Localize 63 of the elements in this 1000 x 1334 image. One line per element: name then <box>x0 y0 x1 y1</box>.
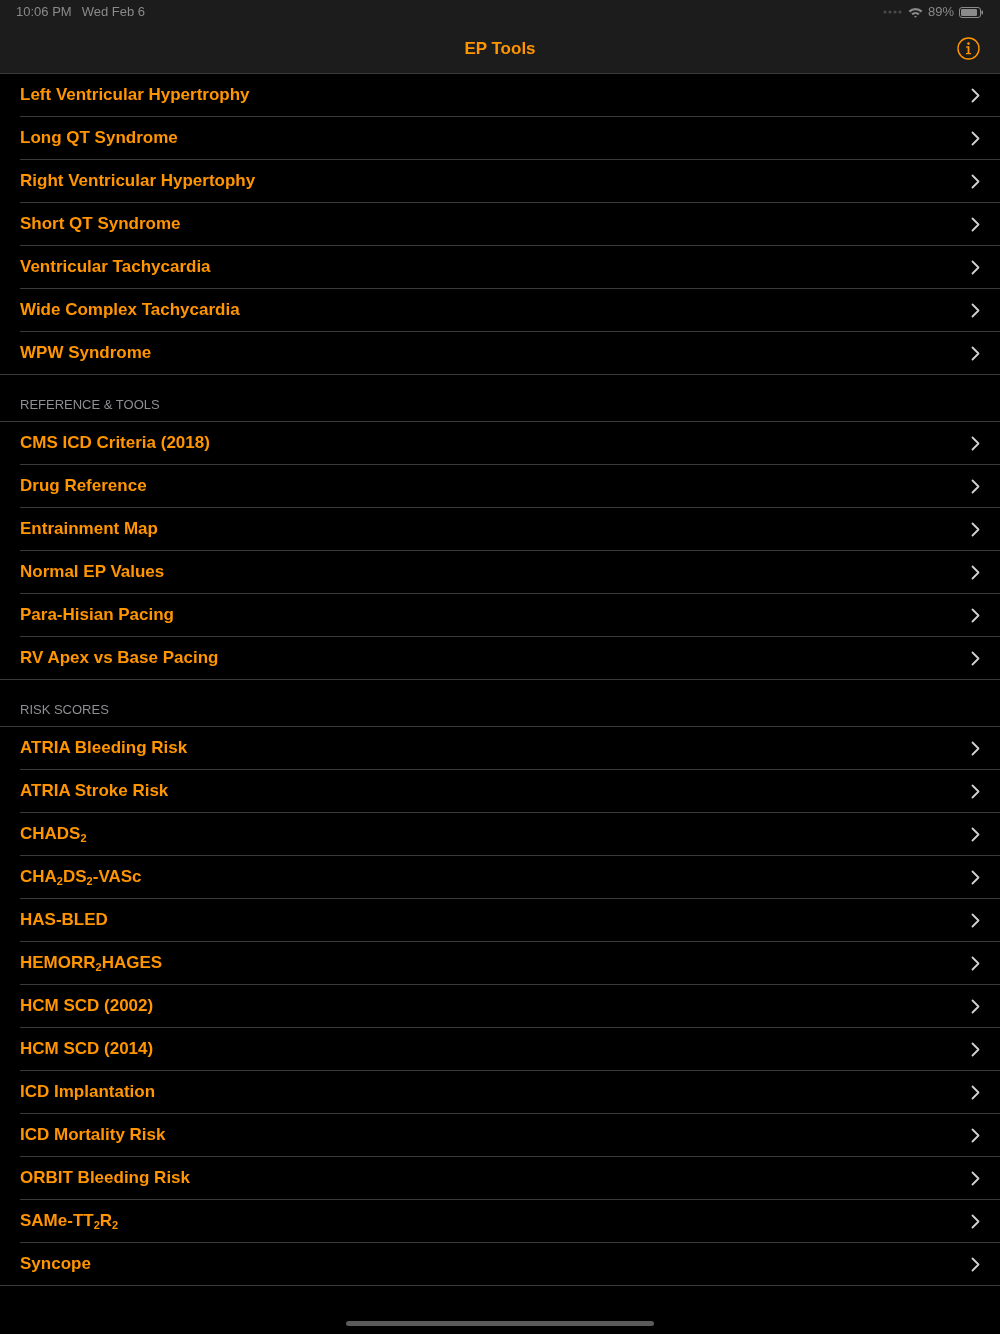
chevron-right-icon <box>971 740 980 756</box>
chevron-right-icon <box>971 1170 980 1186</box>
chevron-right-icon <box>971 216 980 232</box>
info-icon <box>957 37 980 60</box>
chevron-right-icon <box>971 1041 980 1057</box>
section-header: RISK SCORES <box>20 700 109 719</box>
chevron-right-icon <box>971 869 980 885</box>
signal-icon <box>882 10 903 14</box>
chevron-right-icon <box>971 521 980 537</box>
list-row[interactable]: Left Ventricular Hypertrophy <box>20 74 1000 117</box>
list-row[interactable]: Drug Reference <box>20 465 1000 508</box>
chevron-right-icon <box>971 173 980 189</box>
list-row[interactable]: ICD Implantation <box>20 1071 1000 1114</box>
list-row[interactable]: Long QT Syndrome <box>20 117 1000 160</box>
list-row[interactable]: HCM SCD (2002) <box>20 985 1000 1028</box>
chevron-right-icon <box>971 478 980 494</box>
chevron-right-icon <box>971 955 980 971</box>
list-row[interactable]: HCM SCD (2014) <box>20 1028 1000 1071</box>
chevron-right-icon <box>971 87 980 103</box>
chevron-right-icon <box>971 259 980 275</box>
chevron-right-icon <box>971 435 980 451</box>
chevron-right-icon <box>971 130 980 146</box>
chevron-right-icon <box>971 1127 980 1143</box>
list-row[interactable]: CMS ICD Criteria (2018) <box>20 422 1000 465</box>
section-header: REFERENCE & TOOLS <box>20 395 160 414</box>
battery-icon <box>959 6 984 18</box>
list-row[interactable]: Syncope <box>20 1243 1000 1285</box>
list-row[interactable]: Normal EP Values <box>20 551 1000 594</box>
list-row[interactable]: Wide Complex Tachycardia <box>20 289 1000 332</box>
list-row[interactable]: Ventricular Tachycardia <box>20 246 1000 289</box>
wifi-icon <box>907 6 923 18</box>
list-row[interactable]: Para-Hisian Pacing <box>20 594 1000 637</box>
chevron-right-icon <box>971 1084 980 1100</box>
list-row[interactable]: ICD Mortality Risk <box>20 1114 1000 1157</box>
chevron-right-icon <box>971 345 980 361</box>
list-row[interactable]: ORBIT Bleeding Risk <box>20 1157 1000 1200</box>
list-row[interactable]: Short QT Syndrome <box>20 203 1000 246</box>
chevron-right-icon <box>971 783 980 799</box>
list-row[interactable]: CHA$_{2}$DS$_{2}$-VASc <box>20 856 1000 899</box>
battery-percent: 89% <box>927 3 954 22</box>
status-time: 10:06 PM <box>16 3 72 22</box>
nav-title: EP Tools <box>464 37 536 60</box>
list-row[interactable]: Right Ventricular Hypertophy <box>20 160 1000 203</box>
chevron-right-icon <box>971 912 980 928</box>
info-button[interactable] <box>957 37 980 60</box>
chevron-right-icon <box>971 564 980 580</box>
chevron-right-icon <box>971 1256 980 1272</box>
status-date: Wed Feb 6 <box>81 3 145 22</box>
list-row[interactable]: SAMe-TT$_{2}$R$_{2}$ <box>20 1200 1000 1243</box>
list-row[interactable]: RV Apex vs Base Pacing <box>20 637 1000 679</box>
chevron-right-icon <box>971 1213 980 1229</box>
list-row[interactable]: Entrainment Map <box>20 508 1000 551</box>
chevron-right-icon <box>971 826 980 842</box>
chevron-right-icon <box>971 650 980 666</box>
list-row[interactable]: ATRIA Stroke Risk <box>20 770 1000 813</box>
list-row[interactable]: HAS-BLED <box>20 899 1000 942</box>
list-row[interactable]: ATRIA Bleeding Risk <box>20 727 1000 770</box>
list-row[interactable]: WPW Syndrome <box>20 332 1000 374</box>
chevron-right-icon <box>971 998 980 1014</box>
list-row[interactable]: CHADS$_{2}$ <box>20 813 1000 856</box>
chevron-right-icon <box>971 607 980 623</box>
chevron-right-icon <box>971 302 980 318</box>
list-row[interactable]: HEMORR$_{2}$HAGES <box>20 942 1000 985</box>
